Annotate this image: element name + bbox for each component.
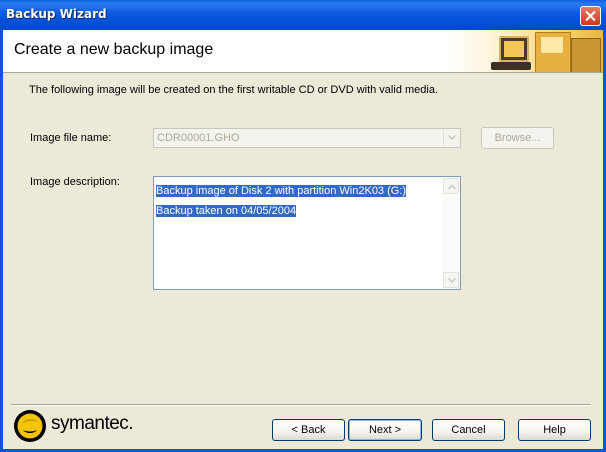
chevron-up-icon — [448, 184, 456, 190]
combobox-dropdown-button — [443, 130, 459, 146]
window-frame-left — [0, 30, 3, 452]
image-description-textarea[interactable]: Backup image of Disk 2 with partition Wi… — [153, 176, 461, 290]
help-button[interactable]: Help — [518, 419, 591, 441]
wizard-header: Create a new backup image — [3, 30, 603, 73]
keyboard-icon — [491, 62, 531, 70]
intro-text: The following image will be created on t… — [29, 84, 439, 96]
image-file-name-combobox: CDR00001.GHO — [153, 128, 461, 148]
page-title: Create a new backup image — [14, 41, 214, 58]
computer-monitor-icon — [499, 36, 529, 62]
close-icon — [585, 10, 596, 22]
title-bar[interactable]: Backup Wizard — [0, 0, 606, 31]
symantec-logo-icon — [14, 410, 46, 442]
scroll-down-button[interactable] — [443, 272, 459, 288]
computer-case-icon — [571, 38, 601, 72]
computer-tower-icon — [535, 32, 571, 72]
header-computers-image — [449, 30, 603, 72]
scroll-up-button[interactable] — [443, 178, 459, 194]
back-button[interactable]: < Back — [272, 419, 345, 441]
close-button[interactable] — [580, 6, 601, 26]
description-line: Backup taken on 04/05/2004 — [156, 205, 297, 217]
symantec-logo-text: symantec. — [51, 413, 134, 434]
description-line: Backup image of Disk 2 with partition Wi… — [156, 185, 407, 197]
backup-wizard-window: Backup Wizard Create a new backup image … — [0, 0, 606, 452]
chevron-down-icon — [448, 278, 456, 284]
browse-button: Browse... — [481, 127, 554, 149]
cancel-button[interactable]: Cancel — [432, 419, 505, 441]
image-file-name-value: CDR00001.GHO — [157, 132, 240, 144]
footer-separator — [11, 404, 591, 406]
chevron-down-icon — [448, 135, 456, 141]
image-description-label: Image description: — [30, 176, 120, 188]
image-file-name-label: Image file name: — [30, 132, 112, 144]
next-button[interactable]: Next > — [348, 419, 422, 441]
window-title: Backup Wizard — [6, 7, 107, 21]
description-scrollbar[interactable] — [443, 178, 459, 288]
